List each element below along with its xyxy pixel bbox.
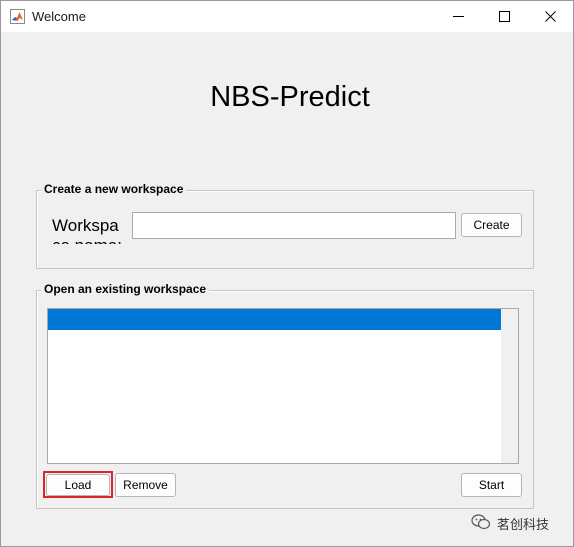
minimize-button[interactable] (435, 1, 481, 32)
maximize-icon (498, 11, 510, 22)
load-button[interactable]: Load (46, 474, 110, 496)
start-button[interactable]: Start (461, 473, 522, 497)
wechat-icon (471, 513, 497, 533)
workspace-name-input[interactable] (132, 212, 456, 239)
open-workspace-group: Open an existing workspace Load Remove S… (36, 282, 534, 509)
remove-button[interactable]: Remove (115, 473, 176, 497)
minimize-icon (452, 11, 464, 22)
maximize-button[interactable] (481, 1, 527, 32)
close-button[interactable] (527, 1, 573, 32)
open-group-legend: Open an existing workspace (41, 282, 210, 296)
close-icon (544, 11, 556, 22)
watermark: 茗创科技 (471, 513, 549, 533)
list-scrollbar[interactable] (501, 309, 518, 463)
workspace-name-label: Workspace name: (52, 216, 122, 244)
create-group-legend: Create a new workspace (41, 182, 187, 196)
window-title: Welcome (32, 9, 86, 24)
workspace-list[interactable] (47, 308, 519, 464)
create-button[interactable]: Create (461, 213, 522, 237)
app-title: NBS-Predict (210, 81, 370, 113)
create-workspace-group: Create a new workspace Workspace name: C… (36, 182, 534, 269)
list-item-selected[interactable] (48, 309, 501, 330)
title-bar[interactable]: Welcome (1, 1, 573, 32)
watermark-text: 茗创科技 (497, 516, 550, 532)
welcome-window: Welcome NBS-Predict Create a new workspa… (0, 0, 574, 547)
matlab-icon (10, 9, 25, 24)
